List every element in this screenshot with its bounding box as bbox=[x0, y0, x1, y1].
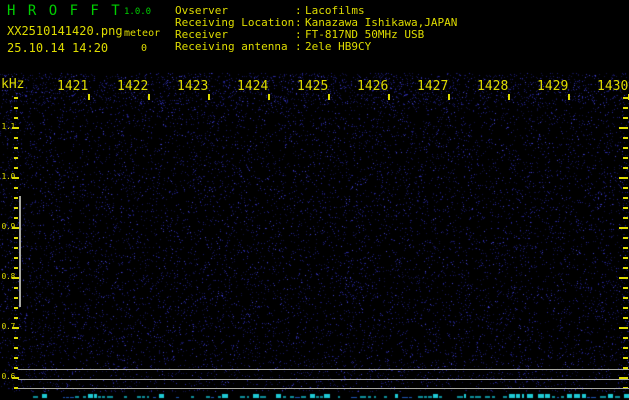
time-axis-label: 1429 bbox=[537, 79, 569, 94]
time-axis-label: 1423 bbox=[177, 79, 209, 94]
freq-axis-label: 1.1 bbox=[1, 122, 15, 131]
app-version: 1.0.0 bbox=[124, 7, 152, 17]
time-axis-label: 1425 bbox=[297, 79, 329, 94]
time-axis-label: 1422 bbox=[117, 79, 149, 94]
freq-ticks-right-major bbox=[619, 127, 628, 379]
capture-datetime: 25.10.14 14:20 bbox=[7, 41, 109, 55]
khz-unit-label: kHz bbox=[1, 77, 25, 92]
minute-ticks bbox=[88, 94, 629, 100]
freq-axis-label: 0.7 bbox=[1, 322, 15, 331]
time-axis-label: 1428 bbox=[477, 79, 509, 94]
calibration-line bbox=[18, 379, 629, 380]
time-axis-label: 1427 bbox=[417, 79, 449, 94]
app-title: H R O F F T bbox=[7, 3, 122, 19]
time-axis-label: 1424 bbox=[237, 79, 269, 94]
time-axis-label: 1421 bbox=[57, 79, 89, 94]
freq-axis-label: 0.8 bbox=[1, 272, 15, 281]
echo-count: 0 bbox=[141, 43, 148, 54]
station-info-block: Ovserver: Lacofilms Receiving Location: Ka… bbox=[175, 5, 457, 53]
freq-ticks-left-major bbox=[12, 127, 19, 379]
time-axis-label: 1426 bbox=[357, 79, 389, 94]
left-marker-line bbox=[19, 196, 21, 307]
info-colon: : bbox=[295, 40, 302, 53]
freq-axis-label: 0.6 bbox=[1, 372, 15, 381]
capture-filename: XX2510141420.png bbox=[7, 24, 123, 38]
observation-mode: meteor bbox=[124, 28, 161, 39]
hrofft-window: H R O F F T 1.0.0 XX2510141420.png meteo… bbox=[0, 0, 629, 400]
info-label: Receiving antenna bbox=[175, 40, 288, 53]
time-axis-label: 1430 bbox=[597, 79, 629, 94]
calibration-line bbox=[18, 369, 629, 370]
info-value: 2ele HB9CY bbox=[305, 40, 372, 53]
freq-axis-label: 1.0 bbox=[1, 172, 15, 181]
spectrogram-noise-canvas bbox=[0, 0, 629, 400]
info-row-receiving-antenna: Receiving antenna:2ele HB9CY bbox=[175, 41, 457, 53]
calibration-line bbox=[18, 388, 629, 389]
freq-axis-label: 0.9 bbox=[1, 222, 15, 231]
